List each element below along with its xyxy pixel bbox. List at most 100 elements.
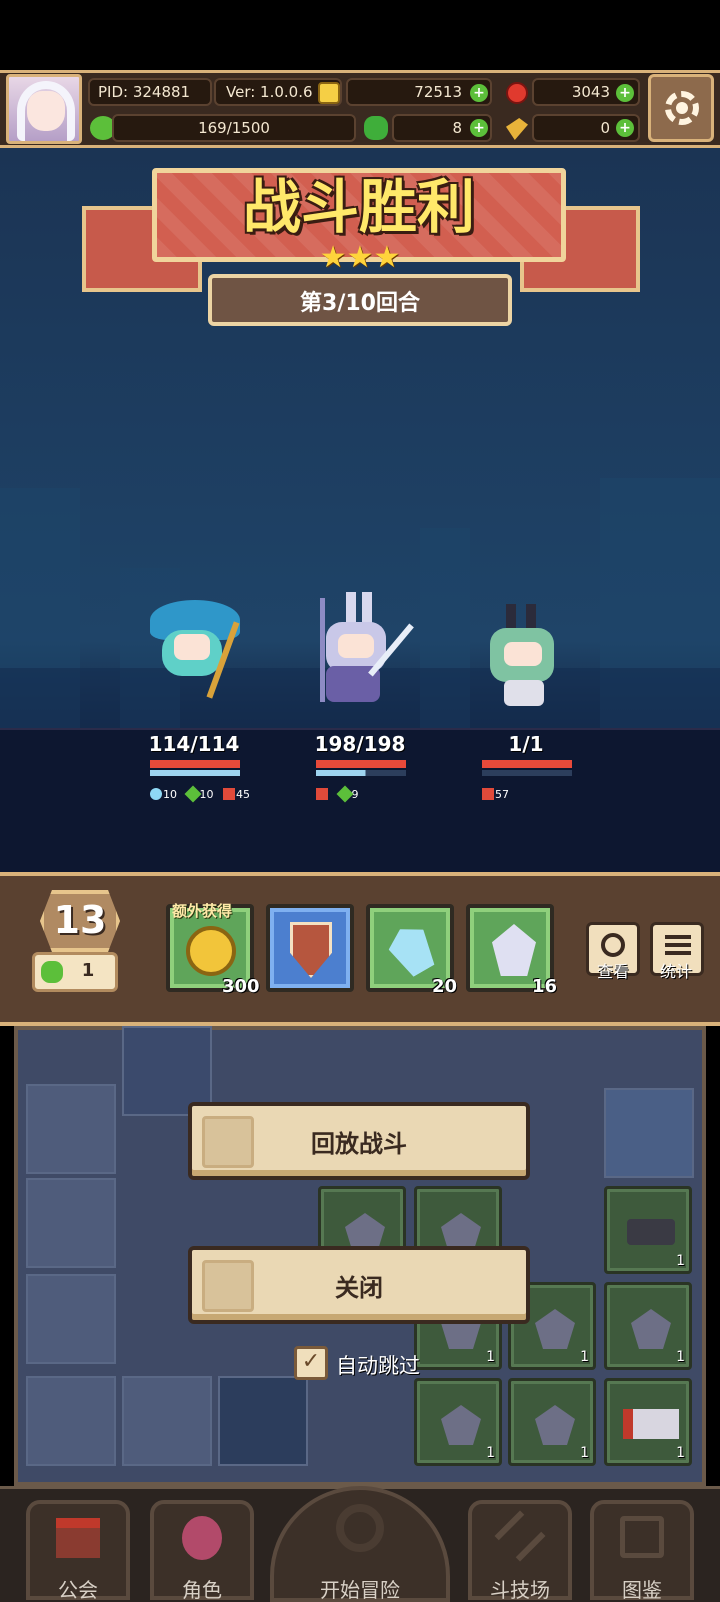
version-text: Ver: 1.0.0.6 xyxy=(226,83,313,101)
buff-value: 45 xyxy=(236,788,250,801)
hero-hp-bar xyxy=(150,760,240,768)
buff-value: 57 xyxy=(495,788,509,801)
nav-adventure-label: 开始冒险 xyxy=(320,1578,400,1602)
hero-buffs: 10 10 45 xyxy=(150,785,256,803)
water-drop-icon xyxy=(150,788,162,800)
extra-reward-label: 额外获得 xyxy=(172,902,233,920)
add-clover-button[interactable]: + xyxy=(470,119,488,137)
clover-amount: 8 xyxy=(452,119,462,137)
board-item-anvil[interactable]: 1 xyxy=(604,1186,692,1274)
round-text: 第3/10回合 xyxy=(300,291,420,316)
grid-cell[interactable] xyxy=(122,1376,212,1466)
board-item-gem[interactable]: 1 xyxy=(604,1282,692,1370)
stats-label: 统计 xyxy=(659,962,692,981)
gold-coin-icon xyxy=(318,82,340,104)
hero-hp-text: 198/198 xyxy=(314,732,406,756)
player-avatar[interactable] xyxy=(6,74,82,144)
replay-battle-label: 回放战斗 xyxy=(311,1130,407,1158)
item-count: 1 xyxy=(676,1445,685,1461)
grid-cell[interactable] xyxy=(26,1274,116,1364)
reward-qty: 300 xyxy=(222,976,260,997)
arrow-icon xyxy=(336,785,353,803)
nav-character[interactable]: 角色 xyxy=(150,1500,254,1602)
nav-codex[interactable]: 图鉴 xyxy=(590,1500,694,1602)
book-icon xyxy=(620,1516,664,1558)
buff-value: 10 xyxy=(163,788,177,801)
grid-cell[interactable] xyxy=(218,1376,308,1466)
list-icon xyxy=(665,935,691,939)
grid-cell[interactable] xyxy=(26,1084,116,1174)
add-token-button[interactable]: + xyxy=(616,119,634,137)
close-label: 关闭 xyxy=(335,1274,383,1302)
clover-icon xyxy=(41,961,63,983)
star-icon: ★ xyxy=(319,240,347,275)
shield-icon xyxy=(290,922,332,978)
reward-shield[interactable] xyxy=(266,904,354,992)
blue-crystal-icon xyxy=(383,919,442,981)
reward-qty: 20 xyxy=(432,976,458,997)
gem-icon xyxy=(441,1405,481,1445)
hero-water-mage[interactable] xyxy=(140,600,250,710)
nav-start-adventure[interactable]: 开始冒险 xyxy=(270,1486,450,1602)
item-count: 1 xyxy=(486,1445,495,1461)
board-item-flag[interactable]: 1 xyxy=(604,1378,692,1466)
gold-amount: 72513 xyxy=(414,83,462,101)
gem-icon xyxy=(631,1309,671,1349)
auto-skip-checkbox[interactable]: ✓ xyxy=(294,1346,328,1380)
victory-title: 战斗胜利 xyxy=(242,173,475,241)
board-item-gem[interactable]: 1 xyxy=(508,1378,596,1466)
hero-mana-bar xyxy=(482,770,572,776)
gem-icon xyxy=(535,1405,575,1445)
gear-icon xyxy=(665,91,699,125)
view-label: 查看 xyxy=(596,962,629,981)
stamina-text: 169/1500 xyxy=(198,119,270,137)
pid-box: PID: 324881 xyxy=(88,78,212,106)
grid-cell[interactable] xyxy=(604,1088,694,1178)
hero-green-bunny[interactable] xyxy=(470,604,580,714)
nav-guild[interactable]: 公会 xyxy=(26,1500,130,1602)
item-count: 1 xyxy=(580,1445,589,1461)
hero-mana-bar xyxy=(150,770,240,776)
grid-cell[interactable] xyxy=(26,1376,116,1466)
hero-outfit xyxy=(504,680,544,706)
hero-spear xyxy=(320,598,325,702)
gold-coin-icon xyxy=(186,926,236,976)
magnifier-icon xyxy=(336,1504,384,1552)
hero-hp-text: 114/114 xyxy=(148,732,240,756)
item-count: 1 xyxy=(676,1253,685,1269)
hero-hp-bar xyxy=(316,760,406,768)
stamina-bar: 169/1500 xyxy=(112,114,356,142)
flag-icon xyxy=(623,1409,679,1439)
nav-codex-label: 图鉴 xyxy=(622,1578,662,1602)
board-item-gem[interactable]: 1 xyxy=(414,1378,502,1466)
add-gems-button[interactable]: + xyxy=(616,84,634,102)
avatar-face xyxy=(27,91,65,131)
nav-arena-label: 斗技场 xyxy=(490,1578,550,1602)
hero-buffs: 57 xyxy=(482,788,515,801)
hero-hp-text: 1/1 xyxy=(508,732,544,756)
buff-value: 10 xyxy=(199,788,214,801)
nav-arena[interactable]: 斗技场 xyxy=(468,1500,572,1602)
hero-face xyxy=(338,634,374,658)
gem-amount: 3043 xyxy=(571,83,610,101)
level-number: 13 xyxy=(53,898,107,942)
nav-character-label: 角色 xyxy=(182,1578,222,1602)
settings-button[interactable] xyxy=(648,74,714,142)
item-count: 1 xyxy=(486,1349,495,1365)
hero-bunny-knight[interactable] xyxy=(296,592,414,702)
item-count: 1 xyxy=(580,1349,589,1365)
star-icon: ★ xyxy=(373,240,401,275)
status-bar xyxy=(0,0,720,70)
add-gold-button[interactable]: + xyxy=(470,84,488,102)
grid-cell[interactable] xyxy=(26,1178,116,1268)
arrow-icon xyxy=(184,785,201,803)
character-icon xyxy=(182,1516,222,1560)
hero-mana-bar xyxy=(316,770,406,776)
magnifier-icon xyxy=(601,933,625,957)
crosshair-icon xyxy=(316,788,328,800)
star-rating: ★★★ xyxy=(310,240,410,276)
white-crystal-icon xyxy=(492,924,536,976)
clover-icon xyxy=(364,116,388,140)
anvil-icon xyxy=(627,1219,675,1245)
guild-icon xyxy=(56,1518,100,1558)
